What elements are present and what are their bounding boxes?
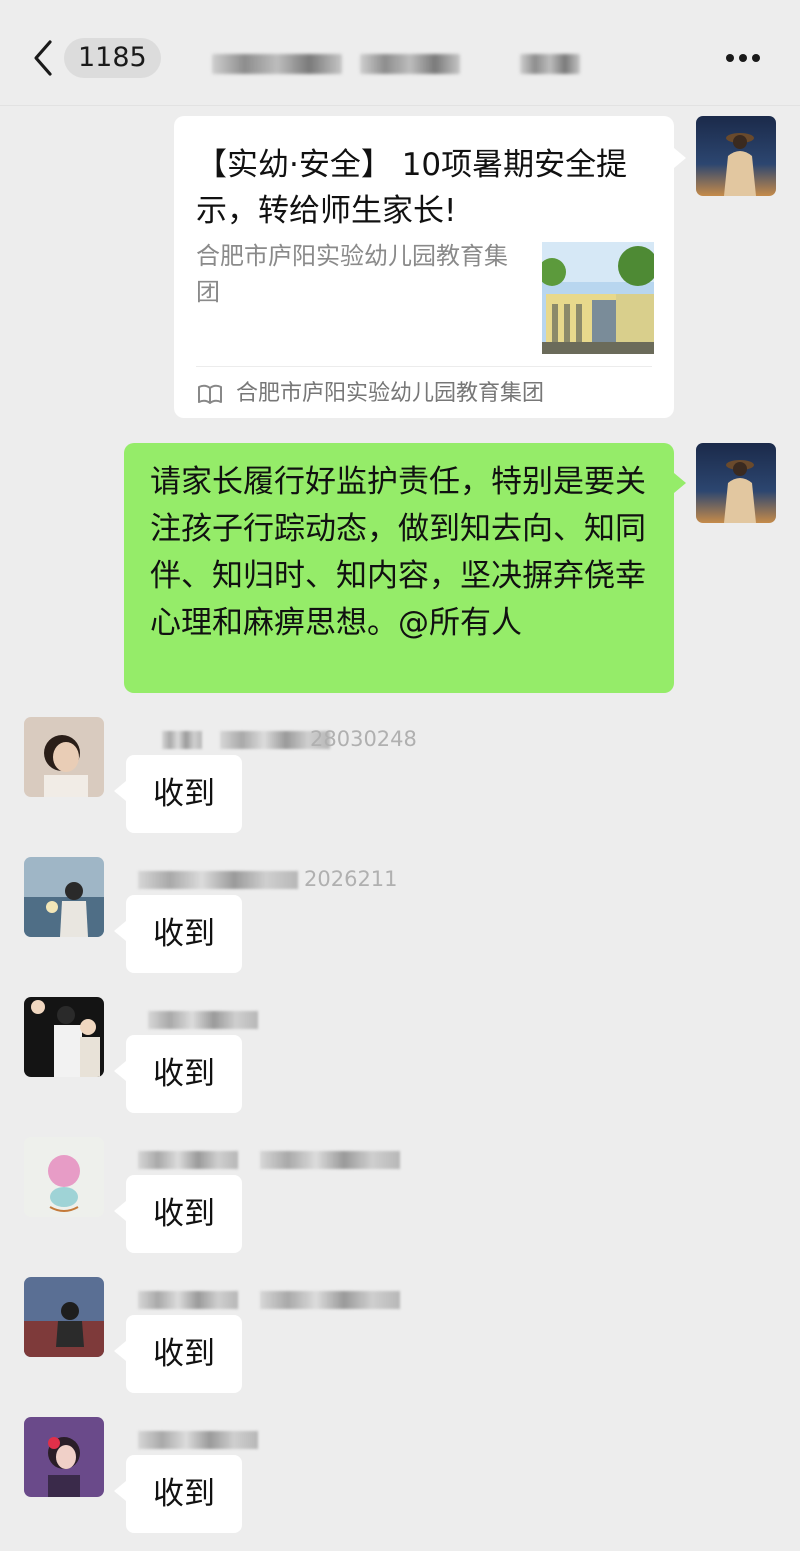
article-divider xyxy=(196,366,652,367)
article-source: 合肥市庐阳实验幼儿园教育集团 xyxy=(196,242,508,306)
reply-bubble[interactable]: 收到 xyxy=(114,755,242,833)
article-title: 【实幼·安全】 10项暑期安全提示，转给师生家长! xyxy=(196,147,628,229)
self-avatar-image xyxy=(696,443,776,523)
chat-title-blurred[interactable] xyxy=(200,36,600,82)
notice-message-bubble[interactable]: 请家长履行好监护责任，特别是要关注孩子行踪动态，做到知去向、知同伴、知归时、知内… xyxy=(124,443,686,693)
reply-message-row: 收到 xyxy=(0,1277,800,1407)
chevron-left-icon xyxy=(34,40,52,76)
chat-header: 1185 xyxy=(0,0,800,106)
reply-message-row: 收到 xyxy=(0,997,800,1127)
article-account-name: 合肥市庐阳实验幼儿园教育集团 xyxy=(236,381,545,406)
more-dots-icon xyxy=(726,54,734,62)
sender-name-blurred xyxy=(138,1287,408,1311)
reply-bubble[interactable]: 收到 xyxy=(114,1035,242,1113)
self-avatar[interactable] xyxy=(696,116,776,196)
sender-name-blurred: 28030248 xyxy=(138,727,417,751)
back-button[interactable] xyxy=(28,38,58,78)
reply-bubble[interactable]: 收到 xyxy=(114,1315,242,1393)
sender-name-tail: 2026211 xyxy=(304,867,398,891)
self-avatar-image xyxy=(696,116,776,196)
article-card[interactable]: 【实幼·安全】 10项暑期安全提示，转给师生家长! 合肥市庐阳实验幼儿园教育集团… xyxy=(174,116,686,418)
self-avatar[interactable] xyxy=(696,443,776,523)
sender-name-blurred xyxy=(138,1427,408,1451)
sender-name-blurred: 2026211 xyxy=(138,867,408,891)
member-avatar[interactable] xyxy=(24,857,104,937)
member-avatar[interactable] xyxy=(24,1137,104,1217)
member-avatar[interactable] xyxy=(24,1277,104,1357)
article-thumbnail xyxy=(542,242,654,354)
reply-message-row: 2026211 收到 xyxy=(0,857,800,987)
more-button[interactable] xyxy=(718,44,768,74)
official-account-book-icon xyxy=(198,384,222,404)
reply-message-row: 收到 xyxy=(0,1137,800,1267)
reply-bubble[interactable]: 收到 xyxy=(114,895,242,973)
sender-name-tail: 28030248 xyxy=(310,727,417,751)
member-avatar[interactable] xyxy=(24,1417,104,1497)
sender-name-blurred xyxy=(138,1007,408,1031)
sender-name-blurred xyxy=(138,1147,408,1171)
member-avatar[interactable] xyxy=(24,997,104,1077)
reply-message-row: 收到 xyxy=(0,1417,800,1547)
reply-bubble[interactable]: 收到 xyxy=(114,1175,242,1253)
member-avatar[interactable] xyxy=(24,717,104,797)
reply-bubble[interactable]: 收到 xyxy=(114,1455,242,1533)
reply-message-row: 28030248 收到 xyxy=(0,717,800,847)
unread-count-badge[interactable]: 1185 xyxy=(64,38,161,78)
